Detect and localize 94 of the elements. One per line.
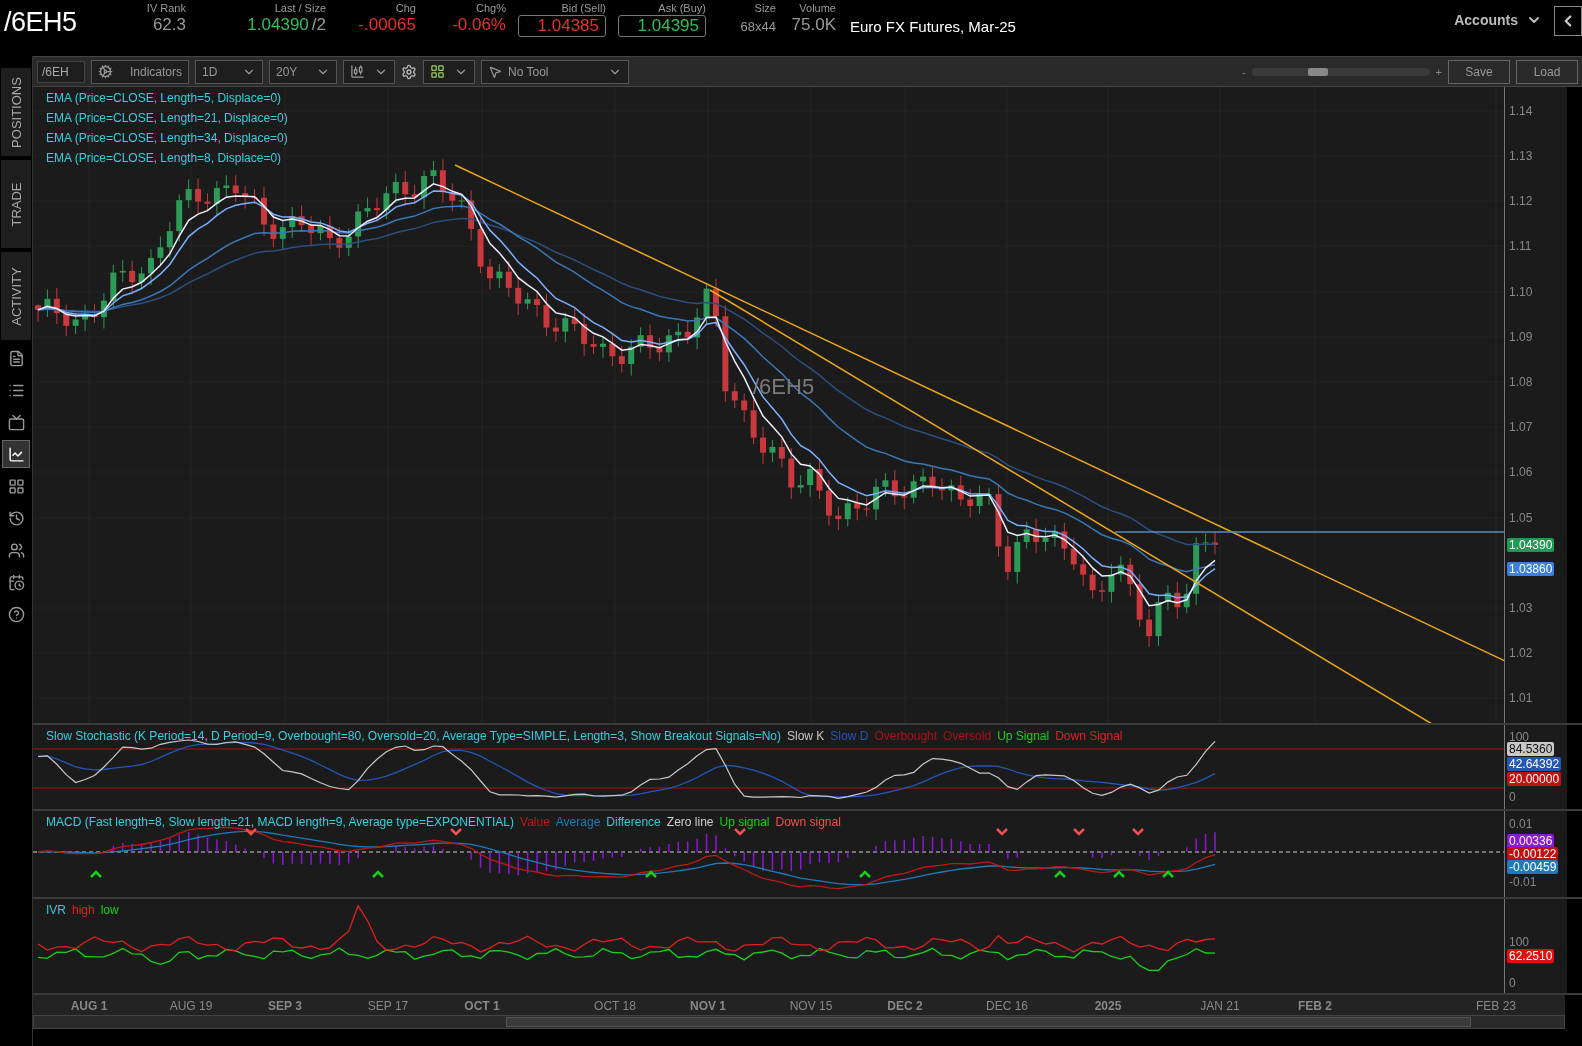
price-tag: 1.04390 bbox=[1507, 538, 1555, 552]
axis-label: 1.02 bbox=[1509, 646, 1533, 660]
axis-label: 1.11 bbox=[1509, 239, 1532, 253]
legend-item: Slow K bbox=[787, 729, 825, 743]
axis-label: 0 bbox=[1509, 976, 1516, 990]
axis-label: 1.08 bbox=[1509, 375, 1533, 389]
study-label: EMA (Price=CLOSE, Length=8, Displace=0) bbox=[46, 151, 283, 165]
accounts-menu[interactable]: Accounts bbox=[1454, 12, 1542, 28]
quote-label: IV Rank bbox=[146, 2, 186, 14]
axis-label: 1.10 bbox=[1509, 285, 1533, 299]
range-dropdown[interactable]: 20Y bbox=[269, 59, 337, 84]
axis-label: -0.01 bbox=[1509, 875, 1537, 889]
tool-dropdown[interactable]: No Tool bbox=[481, 59, 629, 84]
axis-label: 1.07 bbox=[1509, 420, 1533, 434]
axis-label: 1.09 bbox=[1509, 330, 1533, 344]
axis-label: 0 bbox=[1509, 790, 1516, 804]
value-tag: 84.5360 bbox=[1507, 742, 1555, 756]
date-label: NOV 15 bbox=[789, 999, 833, 1013]
load-button[interactable]: Load bbox=[1516, 59, 1578, 84]
symbol-title: /6EH5 bbox=[4, 7, 78, 38]
value-tag: 62.2510 bbox=[1507, 949, 1555, 963]
date-label: FEB 23 bbox=[1476, 999, 1516, 1013]
axis-label: 1.03 bbox=[1509, 601, 1533, 615]
save-button[interactable]: Save bbox=[1448, 59, 1510, 84]
quote-value: -.00065 bbox=[358, 15, 416, 35]
quote-label: Chg% bbox=[476, 2, 506, 14]
quote-label: Bid (Sell) bbox=[561, 2, 606, 14]
axis-label: 1.06 bbox=[1509, 465, 1533, 479]
date-label: JAN 21 bbox=[1200, 999, 1240, 1013]
legend-item: Value bbox=[520, 815, 550, 829]
date-label: OCT 18 bbox=[594, 999, 636, 1013]
legend-item: Oversold bbox=[943, 729, 992, 743]
date-label: NOV 1 bbox=[690, 999, 726, 1013]
study-label: EMA (Price=CLOSE, Length=21, Displace=0) bbox=[46, 111, 288, 125]
study-label: EMA (Price=CLOSE, Length=5, Displace=0) bbox=[46, 91, 283, 105]
legend-item: Down Signal bbox=[1055, 729, 1123, 743]
quote-box: 1.04395 bbox=[618, 15, 706, 37]
date-label: AUG 19 bbox=[169, 999, 213, 1013]
legend-item: Down signal bbox=[775, 815, 841, 829]
legend-item: Difference bbox=[606, 815, 661, 829]
value-tag: 42.64392 bbox=[1507, 757, 1562, 771]
axis-label: 1.01 bbox=[1509, 691, 1533, 705]
date-label: OCT 1 bbox=[464, 999, 500, 1013]
axis-label: 0.01 bbox=[1509, 817, 1533, 831]
symbol-field[interactable]: /6EH bbox=[37, 60, 85, 83]
date-label: 2025 bbox=[1094, 999, 1122, 1013]
indicators-button[interactable]: Indicators bbox=[91, 59, 189, 84]
sidebar-tab[interactable]: ACTIVITY bbox=[1, 252, 31, 340]
legend-item: high bbox=[72, 903, 95, 917]
quote-label: Ask (Buy) bbox=[658, 2, 706, 14]
legend-item: Overbought bbox=[874, 729, 938, 743]
date-label: DEC 2 bbox=[887, 999, 923, 1013]
quote-value: 75.0K bbox=[791, 15, 836, 35]
date-label: AUG 1 bbox=[70, 999, 108, 1013]
quote-value: 1.04390 /2 bbox=[247, 15, 326, 35]
quote-value: 62.3 bbox=[152, 15, 186, 35]
aggregation-dropdown[interactable]: 1D bbox=[195, 59, 263, 84]
date-label: FEB 2 bbox=[1298, 999, 1332, 1013]
sidebar-tab[interactable]: TRADE bbox=[1, 160, 31, 248]
date-label: DEC 16 bbox=[986, 999, 1028, 1013]
instrument-description: Euro FX Futures, Mar-25 bbox=[850, 18, 1016, 35]
legend-item: low bbox=[100, 903, 119, 917]
legend-item: Up Signal bbox=[997, 729, 1050, 743]
legend-item: Up signal bbox=[719, 815, 770, 829]
axis-label: 1.14 bbox=[1509, 104, 1533, 118]
axis-label: 1.13 bbox=[1509, 149, 1533, 163]
study-label: MACD (Fast length=8, Slow length=21, MACD length=9, Average type=EXPONENTIAL) bbox=[46, 815, 514, 829]
value-tag: -0.00459 bbox=[1507, 860, 1559, 874]
quote-label: Size bbox=[754, 2, 776, 14]
quote-label: Volume bbox=[799, 2, 836, 14]
legend-item: Zero line bbox=[666, 815, 714, 829]
axis-label: 1.05 bbox=[1509, 511, 1533, 525]
axis-label: 100 bbox=[1509, 935, 1530, 949]
study-label: EMA (Price=CLOSE, Length=34, Displace=0) bbox=[46, 131, 288, 145]
axis-label: 100 bbox=[1509, 730, 1530, 744]
axis-label: 1.12 bbox=[1509, 194, 1533, 208]
price-tag: 1.03860 bbox=[1507, 562, 1555, 576]
zoom-out-button[interactable]: - bbox=[1241, 65, 1246, 78]
value-tag: -0.00122 bbox=[1507, 847, 1559, 861]
value-tag: 0.00336 bbox=[1507, 834, 1555, 848]
value-tag: 20.00000 bbox=[1507, 772, 1562, 786]
quote-label: Last / Size bbox=[274, 2, 326, 14]
legend-item: Slow D bbox=[830, 729, 869, 743]
date-label: SEP 17 bbox=[367, 999, 409, 1013]
quote-value: -0.06% bbox=[452, 15, 506, 35]
legend-item: Average bbox=[555, 815, 601, 829]
zoom-in-button[interactable]: + bbox=[1435, 65, 1442, 78]
date-label: SEP 3 bbox=[268, 999, 302, 1013]
quote-value: 68x44 bbox=[740, 19, 776, 34]
quote-label: Chg bbox=[395, 2, 416, 14]
sidebar-tab[interactable]: POSITIONS bbox=[1, 68, 31, 156]
legend-item: IVR bbox=[46, 903, 66, 917]
study-label: Slow Stochastic (K Period=14, D Period=9, Overbought=80, Oversold=20, Average Type=SIMPLE, Length=3, Show Breakout Signals=No) bbox=[46, 729, 781, 743]
quote-box: 1.04385 bbox=[518, 15, 606, 37]
